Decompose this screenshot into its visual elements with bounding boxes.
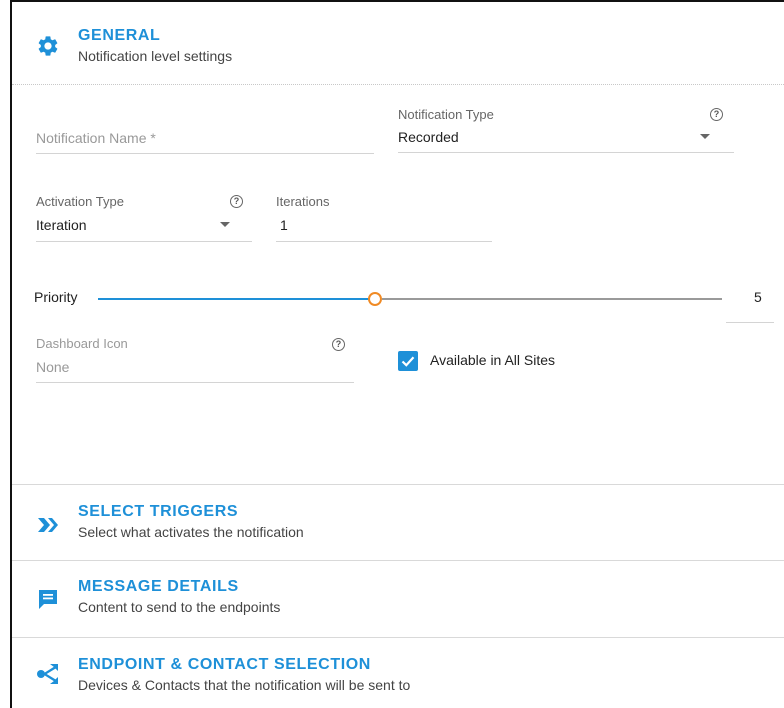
- dashboard-icon-value: None: [36, 359, 70, 375]
- notification-type-underline: [398, 152, 734, 153]
- select-triggers-title: SELECT TRIGGERS: [78, 503, 239, 520]
- general-title: GENERAL: [78, 27, 161, 44]
- dashboard-icon-label: Dashboard Icon: [36, 336, 128, 351]
- priority-value: 5: [754, 289, 762, 305]
- priority-label: Priority: [34, 289, 78, 305]
- available-all-sites-label: Available in All Sites: [430, 352, 556, 368]
- iterations-label: Iterations: [276, 194, 330, 209]
- notification-name-field[interactable]: Notification Name *: [36, 112, 374, 157]
- notification-type-value: Recorded: [398, 129, 459, 145]
- endpoint-contact-section[interactable]: ENDPOINT & CONTACT SELECTION Devices & C…: [12, 638, 784, 708]
- help-icon[interactable]: ?: [230, 195, 243, 208]
- endpoint-contact-title: ENDPOINT & CONTACT SELECTION: [78, 656, 371, 673]
- double-chevron-right-icon: [36, 513, 60, 542]
- chevron-down-icon: [700, 134, 710, 139]
- general-subtitle: Notification level settings: [78, 48, 233, 64]
- share-icon: [36, 662, 60, 691]
- available-all-sites-checkbox[interactable]: Available in All Sites: [398, 348, 658, 374]
- dashboard-icon-underline: [36, 382, 354, 383]
- help-icon[interactable]: ?: [332, 338, 345, 351]
- help-icon[interactable]: ?: [710, 108, 723, 121]
- endpoint-contact-subtitle: Devices & Contacts that the notification…: [78, 677, 411, 693]
- notification-type-label: Notification Type: [398, 107, 494, 122]
- message-details-subtitle: Content to send to the endpoints: [78, 599, 281, 615]
- priority-slider-track-active: [98, 298, 374, 300]
- activation-type-underline: [36, 241, 252, 242]
- divider: [12, 84, 784, 85]
- iterations-underline: [276, 241, 492, 242]
- message-details-title: MESSAGE DETAILS: [78, 578, 239, 595]
- checkbox-checked[interactable]: [398, 351, 418, 371]
- dashboard-icon-select[interactable]: Dashboard Icon ? None: [36, 332, 354, 384]
- gear-icon: [36, 34, 60, 63]
- notification-name-placeholder: Notification Name *: [36, 130, 156, 146]
- select-triggers-section[interactable]: SELECT TRIGGERS Select what activates th…: [12, 485, 784, 560]
- priority-slider-thumb[interactable]: [368, 292, 382, 306]
- message-details-section[interactable]: MESSAGE DETAILS Content to send to the e…: [12, 561, 784, 637]
- select-triggers-subtitle: Select what activates the notification: [78, 524, 304, 540]
- priority-slider-track: [382, 298, 722, 300]
- notification-name-underline: [36, 153, 374, 154]
- general-section-header[interactable]: GENERAL Notification level settings: [12, 2, 784, 82]
- priority-value-underline: [726, 322, 774, 323]
- notification-type-select[interactable]: Notification Type ? Recorded: [398, 102, 734, 154]
- activation-type-value: Iteration: [36, 217, 87, 233]
- iterations-input[interactable]: Iterations 1: [276, 189, 492, 243]
- chevron-down-icon: [220, 222, 230, 227]
- message-icon: [36, 587, 60, 616]
- activation-type-select[interactable]: Activation Type ? Iteration: [36, 189, 252, 243]
- priority-slider[interactable]: [98, 287, 722, 311]
- iterations-value: 1: [280, 217, 288, 233]
- notification-editor: GENERAL Notification level settings Noti…: [10, 0, 784, 708]
- activation-type-label: Activation Type: [36, 194, 124, 209]
